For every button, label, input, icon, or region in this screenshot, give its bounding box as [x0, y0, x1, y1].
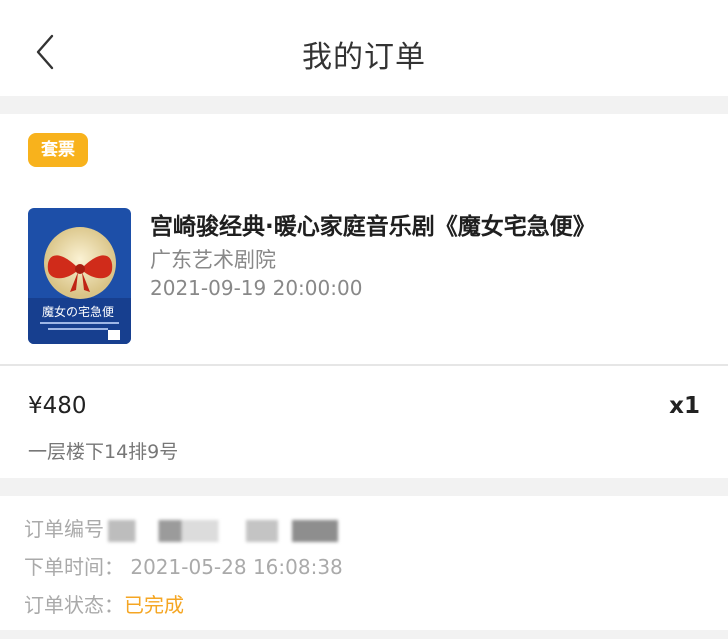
header-bar: 我的订单	[0, 0, 728, 96]
show-datetime: 2021-09-19 20:00:00	[150, 276, 363, 300]
ticket-price: ¥480	[28, 393, 87, 419]
order-time-row: 下单时间： 2021-05-28 16:08:38	[24, 551, 343, 580]
order-status-label: 订单状态：	[24, 593, 124, 617]
order-time-value: 2021-05-28 16:08:38	[130, 555, 343, 579]
venue-name: 广东艺术剧院	[150, 248, 276, 272]
ticket-quantity: x1	[669, 393, 700, 419]
page-title: 我的订单	[302, 40, 426, 75]
poster-icon: 魔女の宅急便	[28, 208, 131, 344]
poster-image[interactable]: 魔女の宅急便	[28, 208, 131, 344]
order-number-redacted	[108, 519, 338, 542]
order-number-label: 订单编号	[24, 517, 104, 541]
seat-info: 一层楼下14排9号	[28, 441, 179, 463]
order-time-label: 下单时间：	[24, 555, 124, 579]
order-number-row: 订单编号	[24, 513, 338, 542]
order-status-value: 已完成	[124, 593, 184, 617]
order-status-row: 订单状态：已完成	[24, 589, 184, 618]
package-ticket-badge: 套票	[28, 133, 88, 167]
show-title: 宫崎骏经典·暖心家庭音乐剧《魔女宅急便》	[150, 214, 596, 240]
divider	[0, 364, 728, 366]
svg-text:魔女の宅急便: 魔女の宅急便	[42, 304, 114, 319]
